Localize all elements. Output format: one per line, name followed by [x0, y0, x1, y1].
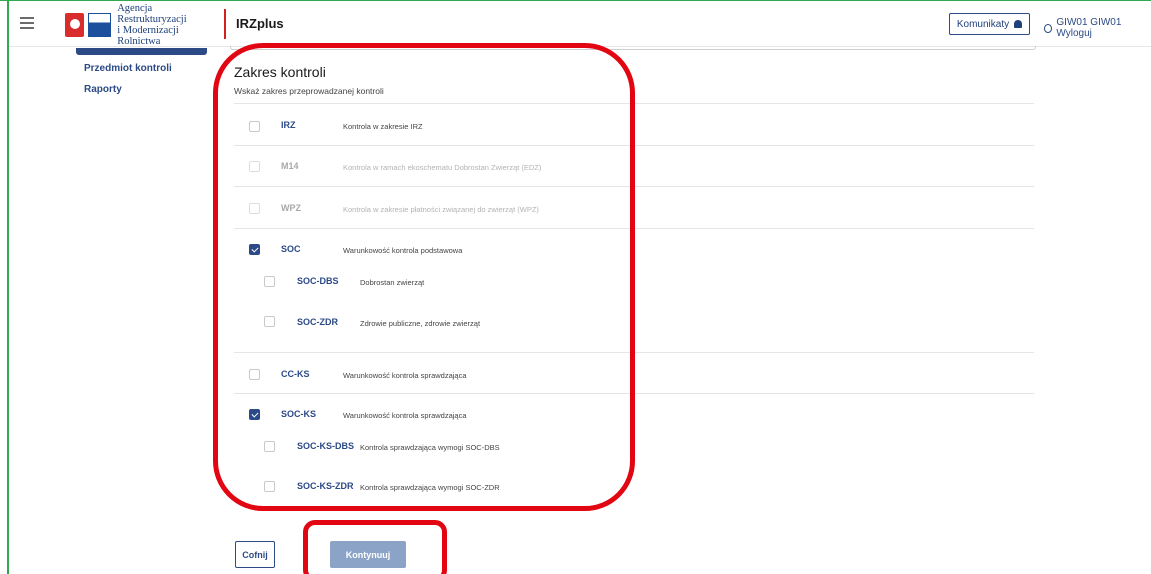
sidebar-item-raporty[interactable]: Raporty [84, 84, 122, 95]
sidebar-active-item[interactable] [76, 48, 207, 55]
highlight-scope-section [213, 43, 635, 511]
logo-text: Agencja Restrukturyzacji i Modernizacji … [117, 3, 220, 47]
back-button[interactable]: Cofnij [235, 541, 275, 568]
frame-left-border [7, 0, 9, 574]
hamburger-icon[interactable] [17, 14, 37, 34]
app-name: IRZplus [236, 16, 284, 31]
logo-line-1: Agencja Restrukturyzacji [117, 3, 187, 25]
notifications-label: Komunikaty [956, 18, 1010, 30]
user-label: GIW01 GIW01 Wyloguj [1056, 17, 1122, 39]
arimr-emblem-icon [88, 13, 112, 37]
highlight-continue-button [303, 520, 447, 574]
user-logout-link[interactable]: GIW01 GIW01 Wyloguj [1044, 17, 1151, 39]
user-icon [1044, 23, 1053, 33]
arimr-logo[interactable]: Agencja Restrukturyzacji i Modernizacji … [65, 3, 220, 47]
eagle-emblem-icon [65, 13, 85, 37]
logo-line-2: i Modernizacji Rolnictwa [117, 25, 179, 47]
notifications-button[interactable]: Komunikaty [949, 13, 1030, 35]
header-divider [224, 9, 226, 39]
bell-icon [1014, 20, 1023, 28]
app-header: Agencja Restrukturyzacji i Modernizacji … [9, 1, 1151, 47]
sidebar-item-przedmiot-kontroli[interactable]: Przedmiot kontroli [84, 63, 172, 74]
